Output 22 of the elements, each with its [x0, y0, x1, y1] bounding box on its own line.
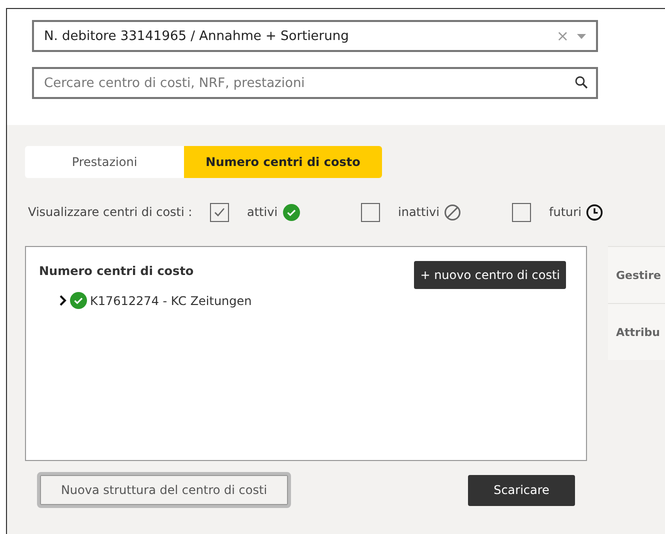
download-button[interactable]: Scaricare — [468, 474, 575, 506]
tab[interactable]: Numero centri di costo — [184, 146, 382, 178]
debtor-select[interactable]: N. debitore 33141965 / Annahme + Sortierung × — [32, 20, 598, 52]
tree-item[interactable]: K17612274 - KC Zeitungen — [90, 294, 252, 308]
new-cost-center-button[interactable]: + nuovo centro di costi — [414, 261, 566, 289]
side-panel-item[interactable]: Attribu — [608, 303, 665, 360]
tab[interactable]: Prestazioni — [25, 146, 184, 178]
panel-title: Numero centri di costo — [39, 264, 194, 278]
filter-label: Visualizzare centri di costi : — [28, 205, 194, 219]
checkbox[interactable] — [210, 202, 229, 222]
check-icon — [213, 206, 226, 218]
caret-icon — [577, 34, 586, 38]
checkbox[interactable] — [361, 202, 380, 222]
checkbox[interactable] — [512, 202, 531, 222]
checkbox-label: attivi — [247, 205, 278, 219]
checkbox-label: inattivi — [398, 205, 440, 219]
search-field[interactable]: Cercare centro di costi, NRF, prestazioni — [32, 67, 598, 99]
search-icon — [575, 76, 588, 89]
side-panel-item[interactable]: Gestire — [608, 246, 665, 303]
checkbox-label: futuri — [549, 205, 582, 219]
chevron-icon[interactable] — [59, 295, 67, 306]
new-structure-button[interactable]: Nuova struttura del centro di costi — [37, 472, 291, 508]
